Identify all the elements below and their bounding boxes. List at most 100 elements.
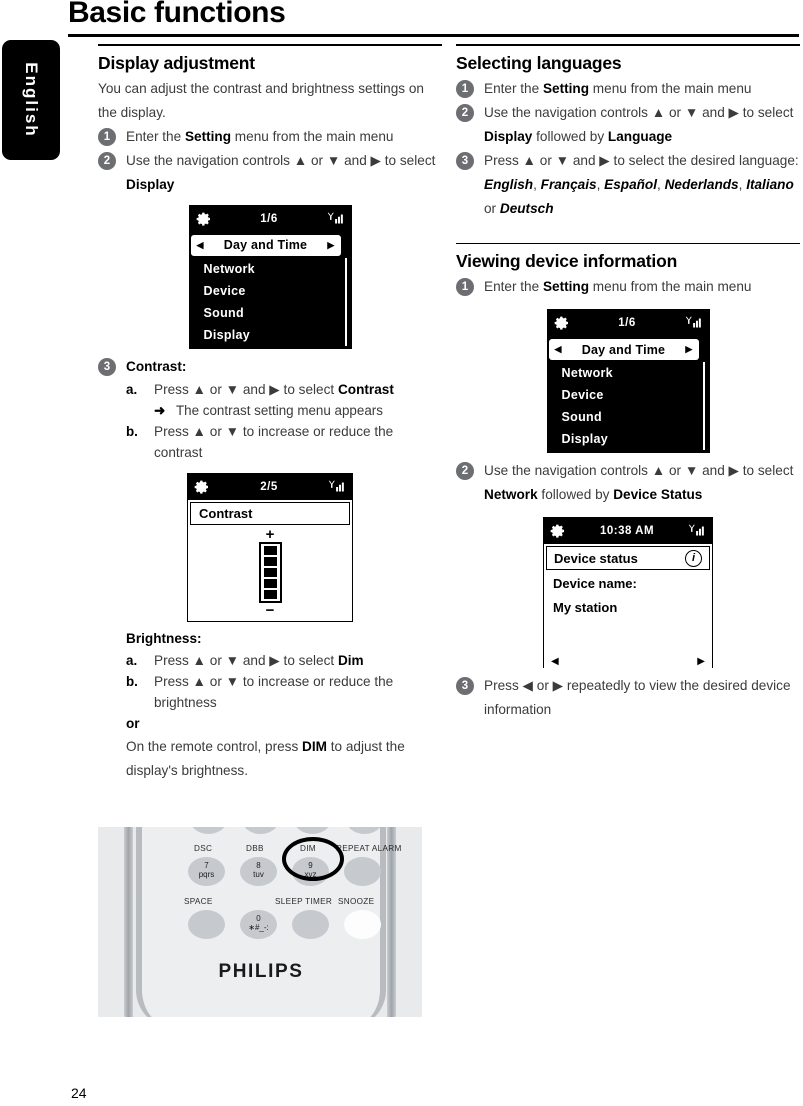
section-divider — [456, 242, 800, 244]
remote-button-partial[interactable] — [242, 827, 279, 834]
device-status-row[interactable]: Device status i — [546, 546, 710, 570]
contrast-segment — [263, 579, 277, 588]
lcd-menu-item[interactable]: Sound — [190, 302, 351, 324]
lcd-menu-item[interactable]: Network — [190, 258, 351, 280]
sub-bold: Contrast — [337, 381, 394, 397]
sub-note: ➜ The contrast setting menu appears — [154, 400, 442, 421]
right-arrow-icon[interactable]: ▶ — [697, 656, 705, 667]
lcd-page-indicator: 2/5 — [260, 480, 278, 493]
step-number: 1 — [456, 278, 474, 296]
remote-button-partial[interactable] — [294, 827, 331, 834]
left-column: Display adjustment You can adjust the co… — [98, 44, 442, 783]
step-bold-term: Setting — [542, 279, 590, 294]
brightness-sublist: a. Press ▲ or ▼ and ▶ to select Dim b. P… — [98, 650, 442, 713]
step-item: 3 Press ◀ or ▶ repeatedly to view the de… — [456, 674, 800, 722]
device-name-label: Device name: — [553, 576, 637, 591]
philips-logo: PHILIPS — [218, 961, 304, 982]
remote-label-repeat-alarm: REPEAT ALARM — [336, 844, 402, 853]
contrast-subheading: Contrast: — [126, 358, 187, 374]
gear-icon — [196, 212, 210, 226]
lcd-selected-item[interactable]: ◀ Day and Time ▶ — [190, 234, 341, 256]
contrast-sublist: a. Press ▲ or ▼ and ▶ to select Contrast… — [98, 379, 442, 463]
selecting-languages-heading: Selecting languages — [456, 52, 622, 73]
remote-key-snooze[interactable] — [344, 910, 381, 939]
language-espanol: Español — [604, 176, 658, 192]
info-icon: i — [685, 549, 702, 567]
lcd-status-bar: 2/5 — [188, 473, 352, 500]
step-bold-term: Setting — [542, 80, 590, 96]
step-number: 2 — [98, 151, 116, 170]
lcd-menu-body: ◀ Day and Time ▶ Network Device Sound Di… — [189, 231, 351, 348]
remote-side-right — [387, 827, 396, 1017]
step-text-mid: followed by — [532, 128, 608, 144]
lcd-contrast-screen: 2/5 Contrast + − — [187, 472, 353, 622]
display-adjustment-intro: You can adjust the contrast and brightne… — [98, 80, 424, 120]
lcd-status-bar: 10:38 AM — [544, 518, 712, 544]
step-item: 3 Contrast: — [98, 355, 442, 379]
contrast-title: Contrast — [190, 501, 350, 525]
display-adjustment-heading: Display adjustment — [98, 52, 255, 73]
lcd-menu-item[interactable]: Display — [548, 428, 709, 450]
sub-label: a. — [126, 652, 138, 668]
sub-item-b: b. Press ▲ or ▼ to increase or reduce th… — [126, 421, 442, 463]
remote-button-partial[interactable] — [190, 827, 227, 834]
lcd-menu-item[interactable]: Network — [548, 362, 709, 384]
language-francais: Français — [540, 176, 597, 192]
step-text-suffix: menu from the main menu — [589, 279, 752, 294]
sub-label: b. — [126, 673, 138, 689]
step-bold-term: Display — [484, 128, 533, 144]
lcd-menu-item[interactable]: Device — [190, 280, 351, 302]
language-italiano: Italiano — [746, 176, 794, 192]
lcd-menu-item[interactable]: Display — [190, 324, 351, 346]
remote-key-repeat-alarm[interactable] — [344, 857, 381, 886]
remote-key-0-letters: ∗#_-: — [248, 923, 269, 932]
step-bold-term: Display — [126, 176, 175, 192]
step-text-mid: followed by — [537, 487, 614, 502]
lcd-settings-menu: 1/6 ◀ Day and Time ▶ Network Device Soun… — [188, 204, 352, 349]
gear-icon — [554, 316, 568, 330]
or-separator: or — [126, 715, 140, 731]
sub-bold: Dim — [337, 652, 364, 668]
lcd-menu-item[interactable]: Sound — [548, 406, 709, 428]
gear-icon — [550, 524, 564, 538]
lcd-selected-item[interactable]: ◀ Day and Time ▶ — [548, 339, 699, 360]
page-number: 24 — [71, 1085, 87, 1101]
remote-key-space[interactable] — [188, 910, 225, 939]
signal-bars-icon — [685, 316, 701, 328]
remote-label-space: SPACE — [184, 897, 213, 906]
remote-label-sleep-timer: SLEEP TIMER — [275, 897, 333, 906]
step-item: 1 Enter the Setting menu from the main m… — [456, 77, 800, 101]
lcd-scrollbar[interactable] — [702, 362, 705, 450]
lcd-scrollbar[interactable] — [344, 257, 347, 346]
lcd-settings-menu-right: 1/6 ◀ Day and Time ▶ Network Device Soun… — [546, 309, 710, 453]
device-status-label: Device status — [554, 550, 638, 566]
left-arrow-icon[interactable]: ◀ — [551, 656, 559, 667]
left-arrow-icon: ◀ — [196, 239, 204, 250]
contrast-segment — [263, 568, 277, 577]
sub-note-text: The contrast setting menu appears — [176, 402, 383, 418]
lcd-selected-label: Day and Time — [581, 342, 666, 357]
remote-button-partial[interactable] — [346, 827, 383, 834]
sub-text: Press ▲ or ▼ and ▶ to select — [154, 652, 338, 668]
step-number: 3 — [456, 677, 474, 695]
right-arrow-icon: ▶ — [685, 344, 693, 354]
left-arrow-icon: ◀ — [554, 344, 562, 354]
step-number: 1 — [456, 79, 474, 98]
lcd-device-status-body: Device status i Device name: My station … — [544, 546, 712, 669]
contrast-slider[interactable]: + − — [188, 525, 352, 621]
remote-text-prefix: On the remote control, press — [126, 738, 303, 754]
language-nederlands: Nederlands — [664, 176, 739, 192]
section-divider — [456, 44, 800, 46]
remote-side-left — [124, 827, 133, 1017]
sub-text: Press ▲ or ▼ to increase or reduce the b… — [154, 673, 394, 710]
lcd-menu-body: ◀ Day and Time ▶ Network Device Sound Di… — [547, 336, 709, 452]
step-text-prefix: Use the navigation controls ▲ or ▼ and ▶… — [484, 104, 794, 120]
step-text: Press ◀ or ▶ repeatedly to view the desi… — [484, 678, 791, 717]
step-item: 2 Use the navigation controls ▲ or ▼ and… — [456, 101, 800, 149]
lcd-contrast-body: Contrast + − — [188, 501, 352, 621]
lcd-status-bar: 1/6 — [189, 205, 351, 232]
remote-key-sleep-timer[interactable] — [292, 910, 329, 939]
remote-body: DSC DBB DIM REPEAT ALARM 7 pqrs 8 tuv 9 … — [136, 827, 401, 1017]
lcd-menu-item[interactable]: Device — [548, 384, 709, 406]
contrast-segment — [263, 546, 277, 555]
